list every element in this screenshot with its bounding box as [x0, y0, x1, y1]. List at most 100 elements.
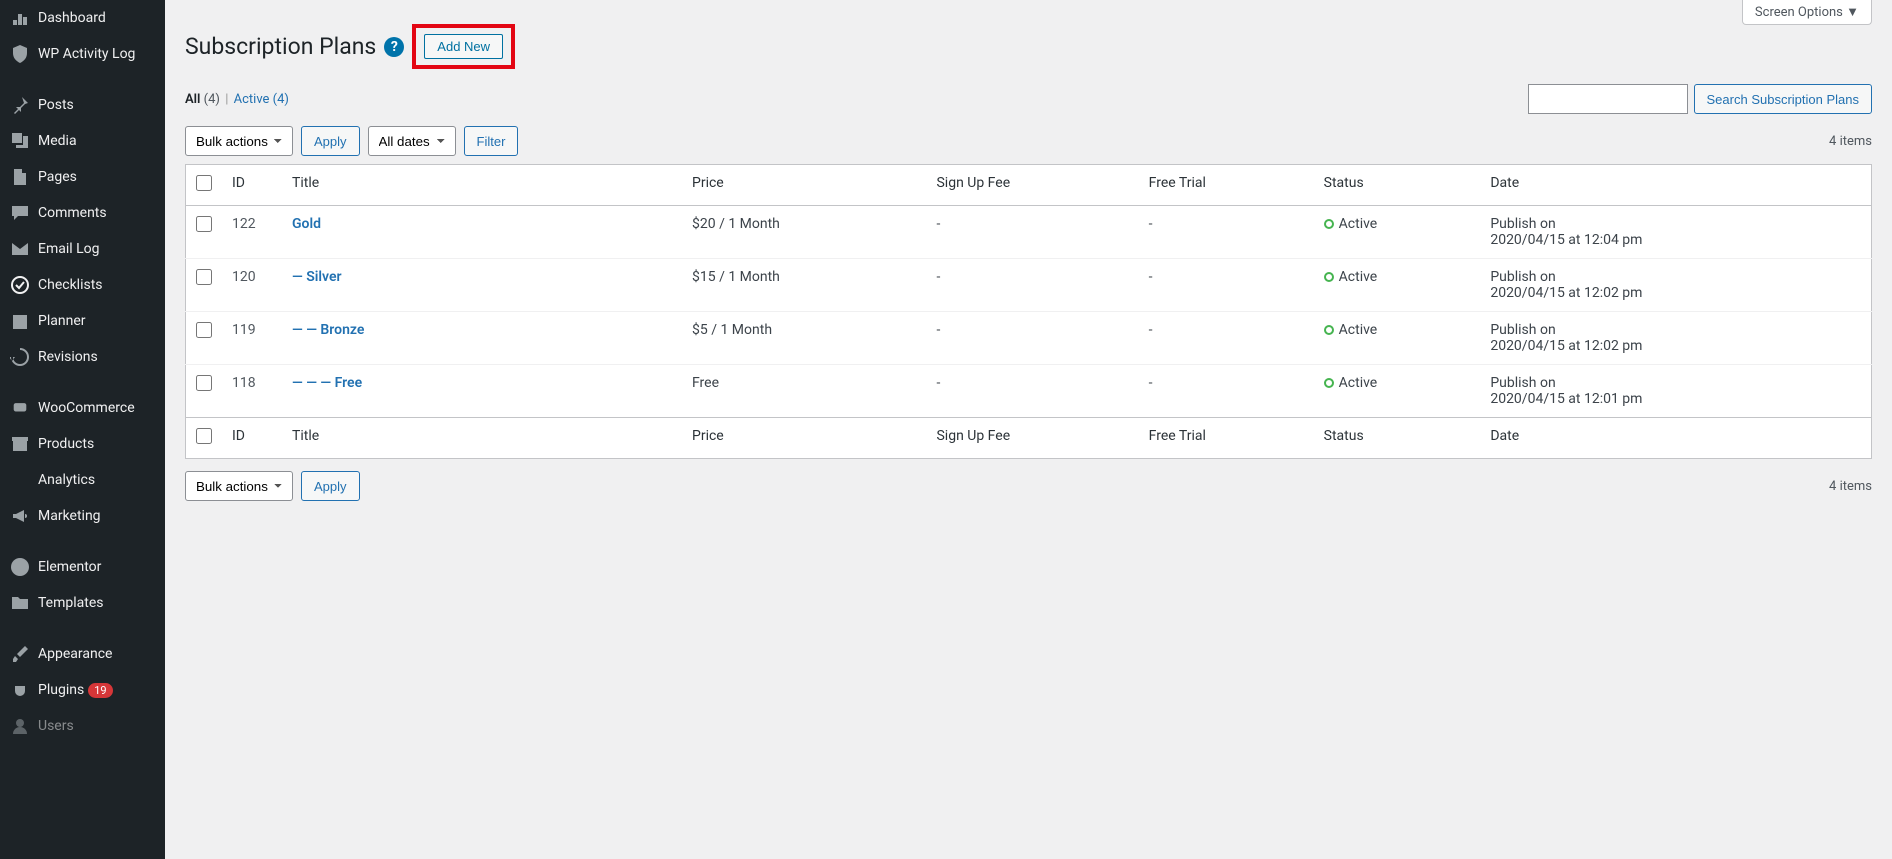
sidebar-item-woocommerce[interactable]: WooCommerce [0, 390, 165, 426]
table-row: 120— Silver$15 / 1 Month--ActivePublish … [186, 259, 1872, 312]
sidebar-item-posts[interactable]: Posts [0, 87, 165, 123]
sidebar-item-media[interactable]: Media [0, 123, 165, 159]
row-date: Publish on2020/04/15 at 12:02 pm [1480, 259, 1871, 312]
sidebar-item-users[interactable]: Users [0, 708, 165, 744]
row-signup: - [926, 259, 1138, 312]
sidebar-item-label: Pages [38, 169, 77, 185]
status-dot-icon [1324, 378, 1334, 388]
apply-button-bottom[interactable]: Apply [301, 471, 360, 501]
sidebar-item-label: Analytics [38, 472, 95, 488]
row-signup: - [926, 365, 1138, 418]
search-button[interactable]: Search Subscription Plans [1694, 84, 1872, 114]
help-icon[interactable]: ? [384, 37, 404, 57]
sidebar-item-planner[interactable]: Planner [0, 303, 165, 339]
megaphone-icon [10, 506, 30, 526]
col-title[interactable]: Title [282, 418, 682, 459]
row-signup: - [926, 312, 1138, 365]
status-dot-icon [1324, 325, 1334, 335]
row-status: Active [1314, 312, 1481, 365]
row-checkbox[interactable] [196, 322, 212, 338]
sidebar-item-products[interactable]: Products [0, 426, 165, 462]
sidebar-item-plugins[interactable]: Plugins19 [0, 672, 165, 708]
bulk-actions-select-bottom[interactable]: Bulk actions [185, 471, 293, 501]
sidebar-item-checklists[interactable]: Checklists [0, 267, 165, 303]
row-checkbox[interactable] [196, 216, 212, 232]
filter-button[interactable]: Filter [464, 126, 519, 156]
select-all-bottom[interactable] [196, 428, 212, 444]
row-title-link[interactable]: — Silver [292, 269, 342, 285]
row-title-link[interactable]: — — Bronze [292, 322, 364, 338]
elementor-icon [10, 557, 30, 577]
col-id: ID [222, 418, 282, 459]
add-new-button[interactable]: Add New [424, 34, 503, 59]
sidebar-item-label: Posts [38, 97, 74, 113]
row-price: $5 / 1 Month [682, 312, 926, 365]
sidebar-item-elementor[interactable]: Elementor [0, 549, 165, 585]
add-new-highlight: Add New [412, 24, 515, 69]
sidebar-item-label: WooCommerce [38, 400, 135, 416]
col-status: Status [1314, 418, 1481, 459]
row-trial: - [1139, 206, 1314, 259]
row-status: Active [1314, 259, 1481, 312]
col-date[interactable]: Date [1480, 418, 1871, 459]
row-checkbox[interactable] [196, 375, 212, 391]
sidebar-item-pages[interactable]: Pages [0, 159, 165, 195]
sidebar-item-label: Templates [38, 595, 104, 611]
col-signup: Sign Up Fee [926, 165, 1138, 206]
sidebar-item-marketing[interactable]: Marketing [0, 498, 165, 534]
col-trial: Free Trial [1139, 165, 1314, 206]
sidebar-item-appearance[interactable]: Appearance [0, 636, 165, 672]
date-filter-select[interactable]: All dates [368, 126, 456, 156]
sidebar-item-label: Products [38, 436, 94, 452]
col-date[interactable]: Date [1480, 165, 1871, 206]
screen-options-button[interactable]: Screen Options ▼ [1742, 0, 1872, 25]
sidebar-item-templates[interactable]: Templates [0, 585, 165, 621]
sidebar-item-label: WP Activity Log [38, 46, 135, 62]
row-trial: - [1139, 259, 1314, 312]
shield-icon [10, 44, 30, 64]
users-icon [10, 716, 30, 736]
filter-all[interactable]: All [185, 92, 200, 107]
row-title-link[interactable]: Gold [292, 216, 321, 232]
sidebar-item-analytics[interactable]: Analytics [0, 462, 165, 498]
sidebar-item-label: Appearance [38, 646, 112, 662]
sidebar-item-label: Email Log [38, 241, 100, 257]
chart-icon [10, 470, 30, 490]
select-all-top[interactable] [196, 175, 212, 191]
row-trial: - [1139, 365, 1314, 418]
sidebar-item-label: Dashboard [38, 10, 106, 26]
row-id: 122 [222, 206, 282, 259]
col-status: Status [1314, 165, 1481, 206]
col-price: Price [682, 165, 926, 206]
sidebar-item-label: Users [38, 718, 74, 734]
page-title: Subscription Plans [185, 33, 376, 60]
search-input[interactable] [1528, 84, 1688, 114]
sidebar-item-comments[interactable]: Comments [0, 195, 165, 231]
sidebar-item-dashboard[interactable]: Dashboard [0, 0, 165, 36]
table-row: 119— — Bronze$5 / 1 Month--ActivePublish… [186, 312, 1872, 365]
apply-button-top[interactable]: Apply [301, 126, 360, 156]
filter-active[interactable]: Active [234, 92, 270, 107]
col-price: Price [682, 418, 926, 459]
row-id: 120 [222, 259, 282, 312]
bulk-actions-select[interactable]: Bulk actions [185, 126, 293, 156]
main-content: Screen Options ▼ Subscription Plans ? Ad… [165, 0, 1892, 859]
calendar-icon [10, 311, 30, 331]
row-signup: - [926, 206, 1138, 259]
row-id: 118 [222, 365, 282, 418]
comments-icon [10, 203, 30, 223]
sidebar-item-activity-log[interactable]: WP Activity Log [0, 36, 165, 72]
row-id: 119 [222, 312, 282, 365]
row-title-link[interactable]: — — — Free [292, 375, 362, 391]
row-price: Free [682, 365, 926, 418]
sidebar-item-revisions[interactable]: Revisions [0, 339, 165, 375]
sidebar-item-label: Plugins [38, 682, 84, 698]
view-filters: All (4) | Active (4) [185, 92, 289, 107]
row-checkbox[interactable] [196, 269, 212, 285]
check-icon [10, 275, 30, 295]
col-title[interactable]: Title [282, 165, 682, 206]
plugin-icon [10, 680, 30, 700]
sidebar-item-label: Revisions [38, 349, 98, 365]
row-price: $15 / 1 Month [682, 259, 926, 312]
sidebar-item-email-log[interactable]: Email Log [0, 231, 165, 267]
